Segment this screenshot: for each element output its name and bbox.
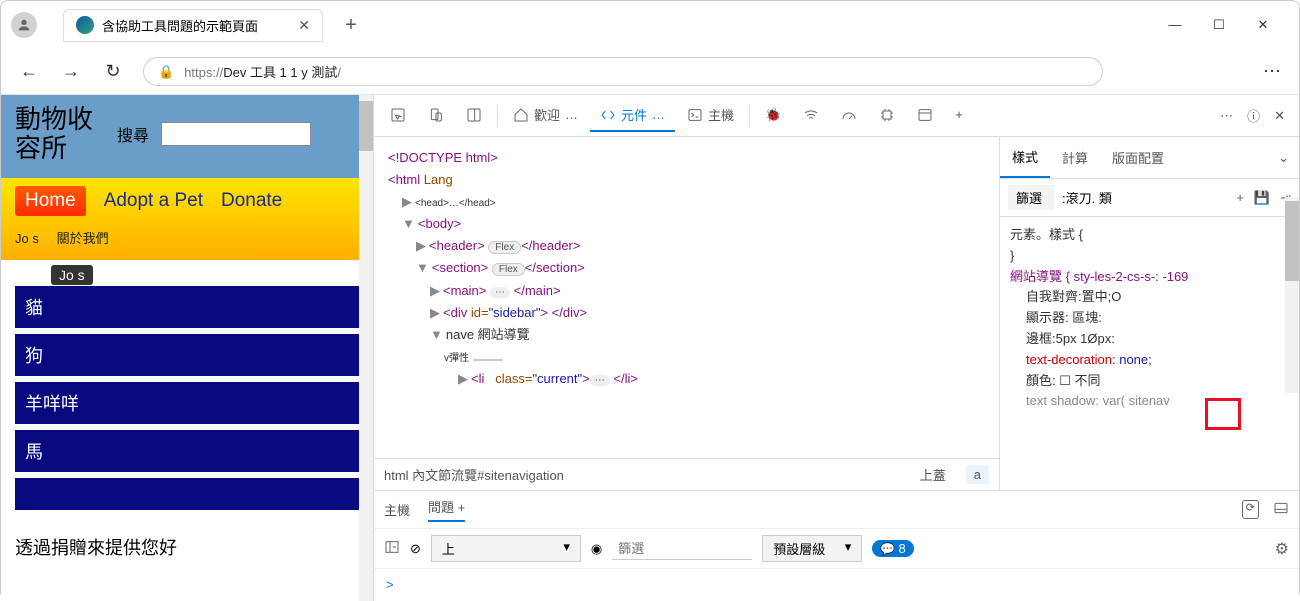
styles-scrollbar[interactable] [1285,197,1299,393]
tab-elements[interactable]: 元件… [590,99,675,132]
styles-body[interactable]: 元素。樣式 { } 網站導覽 { sty-les-2-cs-s-: -169 自… [1000,217,1299,490]
tab-title: 含協助工具問題的示範頁面 [102,16,290,35]
dom-node[interactable]: ▶<head>…</head> [388,191,985,213]
donate-text: 透過捐贈來提供您好 [1,526,373,568]
search-label: 搜尋 [117,122,149,146]
window-titlebar: 含協助工具問題的示範頁面 ✕ + — ☐ ✕ [1,1,1299,49]
bug-icon[interactable]: 🐞 [755,101,791,131]
site-nav: Home Adopt a Pet Donate Jo s 關於我們 [1,178,373,260]
list-item[interactable]: 貓 [15,286,359,328]
refresh-button[interactable]: ↻ [101,61,125,82]
filter-label[interactable]: 篩選 [1008,185,1054,210]
back-button[interactable]: ← [17,61,41,82]
panel-dock-icon[interactable] [1273,500,1289,519]
console-drawer: 主機 問題 + ⟳ ⊘ 上▾ ◉ 預設層級▾ 💬 8 ⚙ > [374,490,1299,601]
dom-node[interactable]: ▼<section> Flex</section> [388,257,985,279]
dom-node[interactable]: ▶<li class="current">⋯ </li> [388,368,985,390]
dom-node[interactable]: <html Lang [388,169,985,191]
dock-button[interactable] [456,101,492,131]
new-tab-button[interactable]: + [335,9,367,41]
more-tools-button[interactable]: ⋯ [1220,108,1233,124]
minimize-button[interactable]: — [1165,17,1185,33]
list-item[interactable]: 羊咩咩 [15,382,359,424]
dom-breadcrumb[interactable]: html 內文節流覽#sitenavigation 上蓋 a [374,458,999,490]
eye-icon[interactable]: ◉ [591,541,602,557]
memory-icon[interactable] [869,101,905,131]
list-item[interactable]: 馬 [15,430,359,472]
console-filter-input[interactable] [612,538,752,560]
close-devtools-button[interactable]: ✕ [1274,108,1285,124]
profile-avatar[interactable] [11,12,37,38]
page-header: 動物收容所 搜尋 [1,95,373,178]
dom-node[interactable]: ▼nave 網站導覽 [388,324,985,346]
hov-button[interactable]: :滾刀. 類 [1062,188,1112,207]
context-dropdown[interactable]: 上▾ [431,535,581,562]
rendered-page: 動物收容所 搜尋 Home Adopt a Pet Donate Jo s 關於… [1,95,374,601]
live-expression-icon[interactable]: ⟳ [1242,500,1259,519]
list-item[interactable] [15,478,359,510]
tab-layout[interactable]: 版面配置 [1100,138,1176,177]
more-menu-button[interactable]: ⋯ [1263,61,1283,82]
device-button[interactable] [418,101,454,131]
dom-node[interactable]: ▼<body> [388,213,985,235]
lock-icon: 🔒 [158,64,174,80]
sidebar-toggle-icon[interactable] [384,539,400,558]
url-text: https://Dev 工具 1 1 y 測試/ [184,62,341,81]
edge-icon [76,16,94,34]
styles-pane: 樣式 計算 版面配置 ⌄ 篩選 :滾刀. 類 + 💾 ⇥ 元素。樣式 { [999,137,1299,490]
console-prompt[interactable]: > [374,569,1299,601]
forward-button[interactable]: → [59,61,83,82]
tab-console[interactable]: 主機 [677,99,744,132]
drawer-tab-host[interactable]: 主機 [384,500,410,519]
tooltip: Jo s [51,265,93,285]
tab-computed[interactable]: 計算 [1050,138,1100,177]
application-icon[interactable] [907,101,943,131]
dom-node[interactable]: ▶<header> Flex</header> [388,235,985,257]
issues-badge[interactable]: 💬 8 [872,540,914,557]
browser-tab[interactable]: 含協助工具問題的示範頁面 ✕ [63,9,323,42]
nav-adopt[interactable]: Adopt a Pet [104,190,203,212]
gear-icon[interactable]: ⚙ [1275,539,1289,559]
wifi-icon[interactable] [793,101,829,131]
help-button[interactable]: ⓘ [1247,106,1260,125]
dom-tree[interactable]: <!DOCTYPE html> <html Lang ▶<head>…</hea… [374,137,999,458]
highlight-annotation [1205,398,1241,430]
dom-node[interactable]: ▶<main> ⋯ </main> [388,280,985,302]
save-icon[interactable]: 💾 [1254,190,1270,206]
page-scrollbar[interactable] [359,95,373,601]
list-item[interactable]: 狗 [15,334,359,376]
devtools-panel: 歡迎… 元件… 主機 🐞 + ⋯ ⓘ ✕ <!DOCTYPE html> <ht… [374,95,1299,601]
breadcrumb-path[interactable]: html 內文節流覽#sitenavigation [384,465,564,484]
devtools-tabbar: 歡迎… 元件… 主機 🐞 + ⋯ ⓘ ✕ [374,95,1299,137]
nav-jos[interactable]: Jo s [15,231,39,246]
nav-donate[interactable]: Donate [221,190,282,212]
site-title: 動物收容所 [15,105,105,162]
inspect-button[interactable] [380,101,416,131]
level-dropdown[interactable]: 預設層級▾ [762,535,862,562]
tab-welcome[interactable]: 歡迎… [503,99,588,132]
close-tab-icon[interactable]: ✕ [298,17,310,34]
nav-about[interactable]: 關於我們 [57,231,109,246]
close-window-button[interactable]: ✕ [1253,17,1273,33]
drawer-tab-issues[interactable]: 問題 + [428,497,465,522]
plus-icon[interactable]: + [945,101,973,130]
breadcrumb-cover[interactable]: 上蓋 [920,465,946,484]
chevron-down-icon[interactable]: ⌄ [1266,140,1299,176]
browser-toolbar: ← → ↻ 🔒 https://Dev 工具 1 1 y 測試/ ⋯ [1,49,1299,95]
dom-node[interactable]: <!DOCTYPE html> [388,147,985,169]
address-bar[interactable]: 🔒 https://Dev 工具 1 1 y 測試/ [143,57,1103,86]
clear-console-icon[interactable]: ⊘ [410,541,421,557]
dom-node[interactable]: v彈性 [388,346,985,368]
nav-home[interactable]: Home [15,186,86,216]
category-list: 貓 狗 羊咩咩 馬 [1,260,373,526]
performance-icon[interactable] [831,101,867,131]
new-rule-icon[interactable]: + [1236,190,1244,206]
maximize-button[interactable]: ☐ [1209,17,1229,33]
breadcrumb-a[interactable]: a [966,465,989,484]
tab-styles[interactable]: 樣式 [1000,137,1050,178]
search-input[interactable] [161,122,311,146]
dom-node[interactable]: ▶<div id="sidebar"> </div> [388,302,985,324]
